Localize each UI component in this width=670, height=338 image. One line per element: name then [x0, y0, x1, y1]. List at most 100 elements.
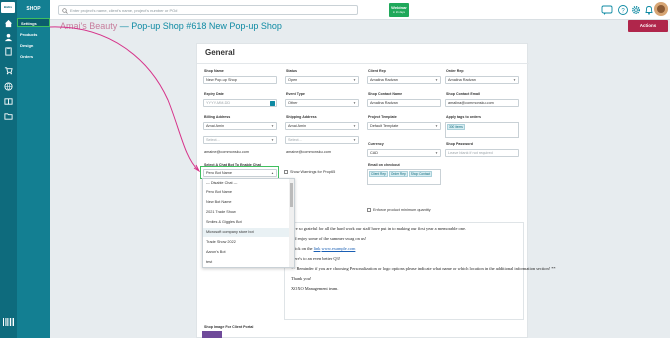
divider — [197, 63, 529, 64]
expiry-label: Expiry Date — [204, 92, 224, 96]
billing-email: amaine@commonsku.com — [204, 150, 250, 154]
currency-select[interactable]: CAD ▼ — [367, 149, 441, 157]
barcode-icon[interactable] — [3, 318, 14, 326]
event-type-label: Event Type — [286, 92, 305, 96]
chevron-down-icon: ▼ — [271, 138, 274, 142]
shop-name-input[interactable]: New Pop-up Shop — [203, 76, 277, 84]
apply-tags-label: Apply tags to orders — [446, 115, 481, 119]
chevron-down-icon: ▼ — [513, 78, 516, 82]
status-label: Status — [286, 69, 297, 73]
client-rep-label: Client Rep — [368, 69, 386, 73]
message-line: Here's to an even better Q3! — [291, 256, 341, 261]
webinar-button[interactable]: Webinar in 21 days — [389, 3, 409, 17]
email-tag[interactable]: Shop Contact — [408, 171, 433, 177]
scrollbar-thumb[interactable] — [290, 183, 293, 207]
message-line: Click on the link www.example.com — [291, 246, 517, 252]
shop-password-label: Shop Password — [446, 142, 473, 146]
calendar-icon[interactable] — [270, 101, 275, 106]
dropdown-scrollbar[interactable] — [289, 179, 294, 267]
shipping-address-value: Amai Amin — [288, 124, 307, 128]
chat-icon[interactable] — [601, 4, 613, 16]
email-checkout-label: Email on checkout — [368, 163, 400, 167]
app-logo[interactable]: BizEx — [1, 2, 15, 13]
dropdown-option[interactable]: 2021 Trade Show — [203, 208, 290, 217]
message-line: ...re so grateful for all the hard work … — [291, 226, 466, 231]
shop-nav: SHOP Settings Products Design Orders — [17, 0, 50, 338]
status-select[interactable]: Open ▼ — [285, 76, 359, 84]
contact-name-input[interactable]: Amalina Radvan — [367, 99, 441, 107]
shipping-address-select[interactable]: Amai Amin ▼ — [285, 122, 359, 130]
message-line: ** Reminder if you are choosing Personal… — [291, 266, 556, 271]
dropdown-option-selected[interactable]: Microsoft company store bot — [203, 228, 290, 237]
order-rep-select[interactable]: Amalina Radvan ▼ — [445, 76, 519, 84]
message-url[interactable]: www.example.com — [322, 246, 356, 251]
chevron-down-icon: ▼ — [271, 124, 274, 128]
nav-item-orders[interactable]: Orders — [17, 52, 50, 61]
shop-image-preview[interactable] — [202, 331, 222, 338]
nav-item-products[interactable]: Products — [17, 30, 50, 39]
billing-address-select[interactable]: Amai Amin ▼ — [203, 122, 277, 130]
search-icon — [62, 8, 68, 14]
chatbot-dropdown-list: --- Disable Chat --- Pero Bot Name New B… — [202, 178, 295, 268]
shop-password-input[interactable]: Leave blank if not required — [445, 149, 519, 157]
tag-chip[interactable]: 300 items — [447, 124, 465, 130]
svg-text:?: ? — [621, 8, 625, 14]
dropdown-option[interactable]: Trade Show 2022 — [203, 238, 290, 247]
help-icon[interactable]: ? — [617, 4, 629, 16]
project-template-select[interactable]: Default Template ▼ — [367, 122, 441, 130]
page-title: Amai's Beauty — Pop-up Shop #618 New Pop… — [60, 21, 282, 31]
shop-image-label: Shop Image For Client Portal — [204, 325, 254, 329]
nav-item-design[interactable]: Design — [17, 41, 50, 50]
webinar-subtitle: in 21 days — [393, 11, 405, 14]
home-icon[interactable] — [4, 19, 13, 28]
title-separator: — — [117, 21, 132, 31]
cart-icon[interactable] — [4, 66, 13, 75]
globe-icon[interactable] — [4, 82, 13, 91]
top-bar: Enter project's name, client's name, pro… — [50, 0, 670, 20]
store-name[interactable]: Amai's Beauty — [60, 21, 117, 31]
dropdown-option[interactable]: test — [203, 258, 290, 267]
expiry-date-input[interactable]: YYYY-MM-DD — [203, 99, 277, 107]
warnings-label: Show Warnings for Prop65 — [290, 170, 336, 174]
email-checkout-select[interactable]: Client Rep Order Rep Shop Contact — [367, 169, 441, 185]
billing-contact-select[interactable]: Select... ▼ — [203, 136, 277, 144]
message-link[interactable]: link — [314, 246, 321, 251]
email-tag[interactable]: Client Rep — [369, 171, 388, 177]
nav-item-settings[interactable]: Settings — [17, 18, 50, 27]
currency-value: CAD — [370, 151, 379, 155]
client-rep-value: Amalina Radvan — [370, 78, 398, 82]
contact-email-input[interactable]: amalina@commonsku.com — [445, 99, 519, 107]
shipping-contact-select[interactable]: Select... ▼ — [285, 136, 359, 144]
settings-icon[interactable] — [630, 4, 642, 16]
global-search-input[interactable]: Enter project's name, client's name, pro… — [58, 5, 358, 15]
dropdown-option[interactable]: Aaron's Bot — [203, 248, 290, 257]
dropdown-option[interactable]: New Bot Name — [203, 198, 290, 207]
shop-message-editor[interactable]: ...re so grateful for all the hard work … — [284, 222, 556, 320]
billing-contact-placeholder: Select... — [206, 138, 220, 142]
email-tag[interactable]: Order Rep — [388, 171, 408, 177]
tags-input[interactable]: 300 items — [445, 122, 519, 138]
dropdown-option[interactable]: Pero Bot Name — [203, 188, 290, 197]
client-rep-select[interactable]: Amalina Radvan ▼ — [367, 76, 441, 84]
contact-email-label: Shop Contact Email — [446, 92, 480, 96]
actions-button[interactable]: Actions — [628, 20, 668, 32]
event-type-select[interactable]: Other ▼ — [285, 99, 359, 107]
project-template-value: Default Template — [370, 124, 399, 128]
enforce-minimum-label: Enforce product minimum quantity — [373, 208, 431, 212]
book-icon[interactable] — [4, 97, 13, 106]
clipboard-icon[interactable] — [4, 47, 13, 56]
order-rep-value: Amalina Radvan — [448, 78, 476, 82]
expiry-placeholder: YYYY-MM-DD — [206, 101, 231, 105]
users-icon[interactable] — [4, 33, 13, 42]
folder-icon[interactable] — [4, 112, 13, 121]
user-avatar[interactable] — [654, 2, 668, 16]
dropdown-option[interactable]: --- Disable Chat --- — [203, 179, 290, 188]
chevron-down-icon: ▼ — [435, 124, 438, 128]
chevron-down-icon: ▼ — [353, 101, 356, 105]
chevron-down-icon: ▼ — [353, 78, 356, 82]
warnings-checkbox[interactable] — [284, 170, 288, 174]
enforce-minimum-checkbox[interactable] — [367, 208, 371, 212]
event-type-value: Other — [288, 101, 298, 105]
dropdown-option[interactable]: Smiles & Giggles Bot — [203, 218, 290, 227]
section-title: General — [205, 48, 235, 57]
